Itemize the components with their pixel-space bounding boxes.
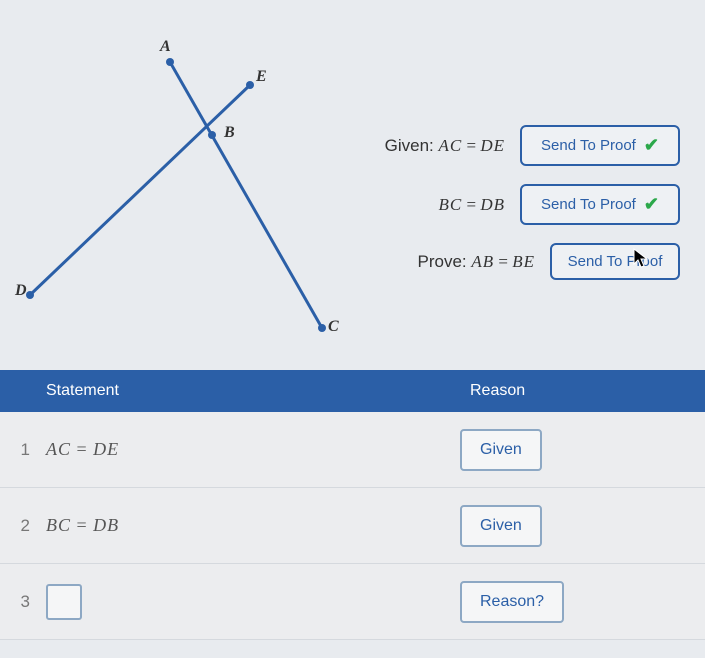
table-row: 2 BC = DB Given xyxy=(0,488,705,564)
point-b xyxy=(208,131,216,139)
empty-statement-box[interactable] xyxy=(46,584,82,620)
row-reason-cell: Given xyxy=(450,413,705,487)
check-icon: ✔ xyxy=(644,194,659,215)
row-number: 3 xyxy=(0,592,36,612)
reason-button[interactable]: Given xyxy=(460,429,542,471)
diagram-svg xyxy=(10,20,350,340)
proof-table: Statement Reason 1 AC = DE Given 2 BC = … xyxy=(0,370,705,640)
header-statement: Statement xyxy=(0,370,450,412)
send-to-proof-button-3[interactable]: Send To Proof xyxy=(550,243,680,280)
label-e: E xyxy=(256,68,267,86)
table-row: 1 AC = DE Given xyxy=(0,412,705,488)
header-reason: Reason xyxy=(450,370,705,412)
check-icon: ✔ xyxy=(644,135,659,156)
send-to-proof-button-2[interactable]: Send To Proof ✔ xyxy=(520,184,680,225)
label-c: C xyxy=(328,318,339,336)
line-de xyxy=(30,85,250,295)
point-e xyxy=(246,81,254,89)
row-reason-cell: Given xyxy=(450,489,705,563)
row-number: 2 xyxy=(0,516,36,536)
table-header: Statement Reason xyxy=(0,370,705,412)
row-statement[interactable] xyxy=(36,566,450,638)
geometry-diagram: A E B D C xyxy=(10,20,350,340)
table-row: 3 Reason? xyxy=(0,564,705,640)
reason-button[interactable]: Given xyxy=(460,505,542,547)
row-reason-cell: Reason? xyxy=(450,565,705,639)
prove-text: Prove: AB = BE xyxy=(417,252,535,272)
row-statement[interactable]: AC = DE xyxy=(36,421,450,478)
row-number: 1 xyxy=(0,440,36,460)
line-ac xyxy=(170,62,322,328)
point-a xyxy=(166,58,174,66)
prove-row: Prove: AB = BE Send To Proof xyxy=(350,243,695,280)
given-row-2: BC = DB Send To Proof ✔ xyxy=(350,184,695,225)
row-statement[interactable]: BC = DB xyxy=(36,497,450,554)
given-1-text: Given: AC = DE xyxy=(385,136,505,156)
point-d xyxy=(26,291,34,299)
top-section: A E B D C Given: AC = DE Send To Proof ✔… xyxy=(0,0,705,370)
reason-button[interactable]: Reason? xyxy=(460,581,564,623)
send-to-proof-button-1[interactable]: Send To Proof ✔ xyxy=(520,125,680,166)
label-b: B xyxy=(224,124,235,142)
point-c xyxy=(318,324,326,332)
given-row-1: Given: AC = DE Send To Proof ✔ xyxy=(350,125,695,166)
label-d: D xyxy=(15,282,27,300)
equations-panel: Given: AC = DE Send To Proof ✔ BC = DB S… xyxy=(350,20,695,298)
given-2-text: BC = DB xyxy=(439,195,506,215)
label-a: A xyxy=(160,38,171,56)
